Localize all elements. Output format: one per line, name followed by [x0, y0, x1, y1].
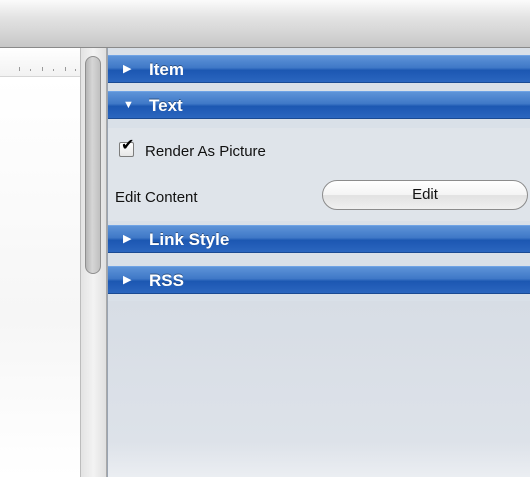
- ruler-tick: [30, 69, 31, 71]
- ruler-tick: [42, 67, 43, 71]
- ruler-tick: [53, 69, 54, 71]
- disclosure-triangle-down-icon[interactable]: ▼: [123, 98, 134, 112]
- inspector-panel: ▶ Item ▼ Text ✔ Render As Picture Edit C…: [107, 48, 530, 477]
- document-canvas[interactable]: [0, 77, 80, 477]
- section-header-item[interactable]: ▶ Item: [108, 55, 530, 83]
- disclosure-triangle-right-icon[interactable]: ▶: [123, 273, 131, 287]
- checkmark-icon: ✔: [121, 137, 135, 154]
- section-title-rss: RSS: [149, 271, 184, 290]
- ruler: [0, 48, 80, 77]
- ruler-tick: [19, 67, 20, 71]
- disclosure-triangle-right-icon[interactable]: ▶: [123, 232, 131, 246]
- render-as-picture-checkbox[interactable]: ✔: [119, 138, 134, 157]
- ruler-tick: [65, 67, 66, 71]
- inspector-empty-area: [108, 301, 530, 477]
- edit-content-label: Edit Content: [115, 189, 198, 206]
- text-section-body: ✔ Render As Picture Edit Content Edit: [108, 128, 530, 221]
- section-title-text: Text: [149, 96, 183, 115]
- disclosure-triangle-right-icon[interactable]: ▶: [123, 62, 131, 76]
- render-as-picture-label[interactable]: Render As Picture: [145, 143, 266, 160]
- section-title-item: Item: [149, 60, 184, 79]
- scrollbar-thumb[interactable]: [85, 56, 101, 274]
- window-toolbar: [0, 0, 530, 48]
- section-header-link-style[interactable]: ▶ Link Style: [108, 225, 530, 253]
- ruler-tick: [75, 69, 76, 71]
- section-header-text[interactable]: ▼ Text: [108, 91, 530, 119]
- section-title-link-style: Link Style: [149, 230, 230, 249]
- edit-button[interactable]: Edit: [322, 180, 528, 210]
- section-header-rss[interactable]: ▶ RSS: [108, 266, 530, 294]
